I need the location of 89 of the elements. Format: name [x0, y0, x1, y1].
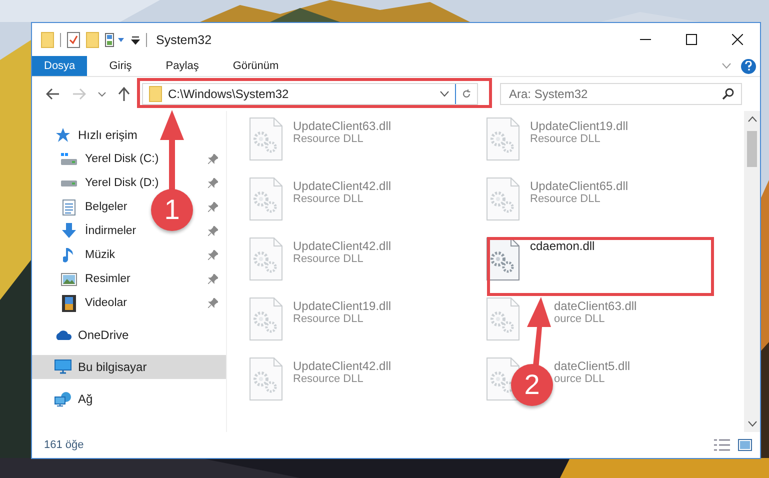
- search-field[interactable]: Ara: System32: [500, 83, 742, 105]
- film-icon: [62, 294, 76, 312]
- maximize-icon: [686, 34, 696, 45]
- file-name[interactable]: cdaemon.dll: [530, 239, 595, 253]
- folder-icon: [41, 32, 54, 48]
- sidebar-label[interactable]: OneDrive: [78, 328, 129, 342]
- file-type: Resource DLL: [293, 193, 364, 205]
- sidebar-label[interactable]: Hızlı erişim: [78, 128, 138, 142]
- file-type: Resource DLL: [293, 253, 364, 265]
- gear-file-icon: [249, 117, 283, 161]
- folder-icon: [149, 86, 162, 102]
- ribbon-tab[interactable]: Görünüm: [220, 56, 291, 76]
- address-path: C:\Windows\System32: [168, 87, 290, 101]
- chevron-down-icon: [98, 92, 106, 96]
- pin-icon[interactable]: [208, 202, 218, 212]
- drive-icon: [60, 180, 78, 186]
- help-icon[interactable]: [741, 58, 756, 74]
- file-type: ource DLL: [554, 313, 605, 325]
- file-name[interactable]: UpdateClient42.dll: [293, 239, 392, 253]
- file-type: Resource DLL: [530, 133, 600, 145]
- address-field[interactable]: C:\Windows\System32: [142, 83, 478, 105]
- sidebar-label[interactable]: Resimler: [85, 273, 130, 285]
- gear-file-icon: [249, 177, 283, 221]
- pin-icon[interactable]: [208, 226, 218, 236]
- file-name[interactable]: UpdateClient19.dll: [293, 299, 392, 313]
- window-title: System32: [156, 32, 212, 46]
- back-arrow-icon: [46, 88, 60, 100]
- sidebar-label[interactable]: Yerel Disk (D:): [85, 177, 159, 189]
- file-name[interactable]: UpdateClient42.dll: [293, 359, 392, 373]
- ribbon-tab[interactable]: Dosya: [32, 56, 88, 76]
- file-type: Resource DLL: [293, 313, 364, 325]
- sidebar-label[interactable]: Videolar: [85, 297, 127, 309]
- download-arrow-icon: [61, 223, 77, 239]
- file-type: Resource DLL: [293, 133, 364, 145]
- forward-arrow-icon: [72, 88, 86, 100]
- pin-icon[interactable]: [208, 154, 218, 164]
- file-name[interactable]: dateClient63.dll: [554, 299, 637, 313]
- close-icon: [732, 34, 742, 45]
- scrollbar[interactable]: [744, 111, 760, 432]
- sidebar-label[interactable]: İndirmeler: [85, 225, 136, 237]
- file-type: Resource DLL: [293, 373, 364, 385]
- file-type: ource DLL: [554, 373, 605, 385]
- ribbon-tab[interactable]: Paylaş: [154, 56, 211, 76]
- drive-icon: [60, 152, 78, 166]
- dropdown-icon[interactable]: [131, 34, 140, 44]
- ribbon-tab[interactable]: Giriş: [97, 56, 144, 76]
- gear-file-icon: [249, 237, 283, 281]
- file-name[interactable]: dateClient5.dll: [554, 359, 630, 373]
- sidebar-label[interactable]: Belgeler: [85, 201, 128, 213]
- chevron-up-icon: [748, 116, 756, 122]
- gear-file-icon: [486, 117, 520, 161]
- sidebar-label[interactable]: Yerel Disk (C:): [85, 153, 159, 165]
- dropdown-icon[interactable]: [440, 91, 449, 97]
- monitor-icon: [54, 359, 72, 375]
- gear-file-icon: [486, 297, 520, 341]
- expand-ribbon-icon[interactable]: [722, 63, 731, 69]
- file-name[interactable]: UpdateClient63.dll: [293, 119, 392, 133]
- pin-icon[interactable]: [208, 250, 218, 260]
- file-type: Resource DLL: [530, 193, 600, 205]
- star-icon: [55, 127, 71, 143]
- up-arrow-icon: [118, 87, 130, 101]
- sidebar-label[interactable]: Bu bilgisayar: [78, 360, 147, 374]
- gear-file-icon: [486, 177, 520, 221]
- sidebar-label[interactable]: Ağ: [78, 392, 93, 406]
- gear-file-icon: [249, 297, 283, 341]
- refresh-icon: [462, 88, 471, 100]
- sidebar-label[interactable]: Müzik: [85, 249, 116, 261]
- cloud-icon: [54, 329, 72, 341]
- file-name[interactable]: UpdateClient42.dll: [293, 179, 392, 193]
- pin-icon[interactable]: [208, 274, 218, 284]
- checklist-icon[interactable]: [67, 32, 80, 48]
- minimize-icon: [640, 39, 650, 40]
- music-note-icon: [63, 247, 75, 263]
- network-icon: [54, 391, 72, 407]
- scroll-thumb[interactable]: [747, 131, 757, 167]
- gear-file-icon: [249, 357, 283, 401]
- image-icon: [61, 272, 77, 286]
- pin-icon[interactable]: [208, 178, 218, 188]
- selected-sidebar-item[interactable]: Bu bilgisayar: [32, 355, 226, 379]
- pin-icon[interactable]: [208, 298, 218, 308]
- search-icon[interactable]: [722, 88, 734, 100]
- file-name[interactable]: UpdateClient19.dll: [530, 119, 628, 133]
- properties-icon[interactable]: [105, 32, 125, 46]
- document-icon: [62, 198, 76, 216]
- item-count: 161 öğe: [44, 439, 84, 451]
- details-view-icon[interactable]: [714, 439, 730, 451]
- file-name[interactable]: UpdateClient65.dll: [530, 179, 628, 193]
- thumbnail-view-icon[interactable]: [738, 439, 752, 451]
- chevron-down-icon: [748, 421, 756, 427]
